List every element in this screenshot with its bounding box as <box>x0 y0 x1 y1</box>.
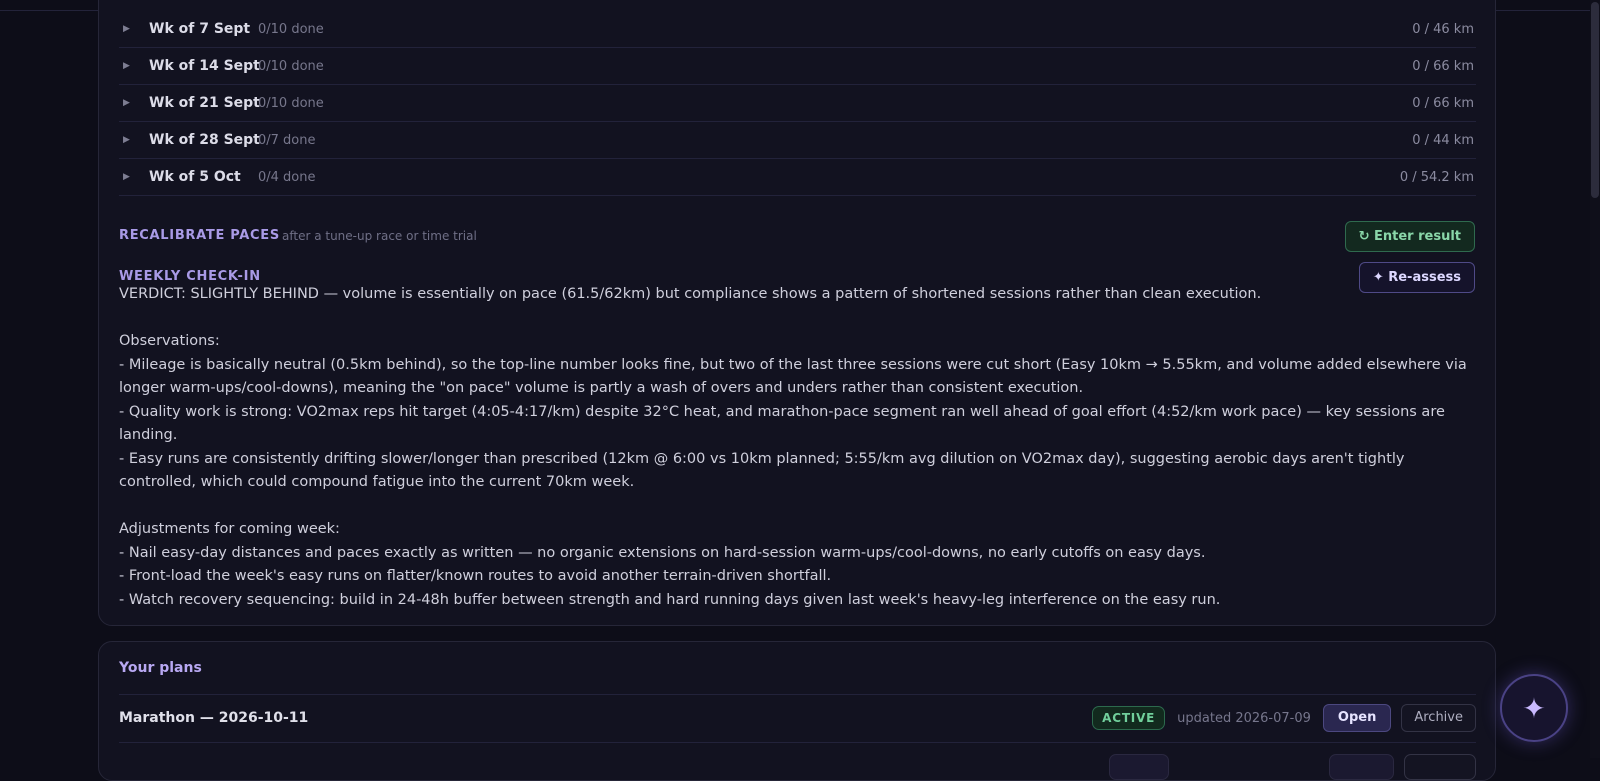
week-row[interactable]: ▶ Wk of 14 Sept 0/10 done 0 / 66 km <box>119 48 1476 85</box>
recalibrate-paces-label: RECALIBRATE PACES <box>119 228 280 243</box>
week-km: 0 / 54.2 km <box>1399 169 1474 185</box>
your-plans-card: Your plans Marathon — 2026-10-11 ACTIVE … <box>98 641 1496 781</box>
week-title: Wk of 28 Sept <box>149 132 260 148</box>
sparkle-icon: ✦ <box>1522 691 1546 725</box>
week-title: Wk of 7 Sept <box>149 21 251 37</box>
plan-actions: ACTIVE updated 2026-07-09 Open Archive <box>1092 704 1476 732</box>
recalibrate-paces-hint: after a tune-up race or time trial <box>282 229 477 243</box>
verdict-text: VERDICT: SLIGHTLY BEHIND — volume is ess… <box>119 286 1262 302</box>
plan-detail-card: ▶ Wk of 7 Sept 0/10 done 0 / 46 km ▶ Wk … <box>98 0 1496 626</box>
week-km: 0 / 66 km <box>1412 95 1474 111</box>
archive-plan-button[interactable]: Archive <box>1401 704 1476 732</box>
adjustments-heading: Adjustments for coming week: <box>119 521 340 537</box>
scrollbar-thumb[interactable] <box>1591 2 1599 198</box>
observation-item: - Mileage is basically neutral (0.5km be… <box>119 356 1467 397</box>
status-badge: ACTIVE <box>1092 706 1166 730</box>
week-row[interactable]: ▶ Wk of 28 Sept 0/7 done 0 / 44 km <box>119 122 1476 159</box>
caret-right-icon[interactable]: ▶ <box>123 98 131 108</box>
week-km: 0 / 46 km <box>1412 21 1474 37</box>
caret-right-icon[interactable]: ▶ <box>123 135 131 145</box>
enter-result-button[interactable]: ↻ Enter result <box>1344 221 1475 252</box>
caret-right-icon[interactable]: ▶ <box>123 172 131 182</box>
adjustment-item: - Nail easy-day distances and paces exac… <box>119 544 1206 561</box>
week-title: Wk of 14 Sept <box>149 58 260 74</box>
weekly-checkin-label: WEEKLY CHECK-IN <box>119 269 261 284</box>
assistant-fab-button[interactable]: ✦ <box>1500 674 1568 742</box>
open-plan-button[interactable]: Open <box>1322 704 1392 732</box>
caret-right-icon[interactable]: ▶ <box>123 24 131 34</box>
week-km: 0 / 44 km <box>1412 132 1474 148</box>
divider <box>119 742 1476 743</box>
caret-right-icon[interactable]: ▶ <box>123 61 131 71</box>
week-title: Wk of 21 Sept <box>149 95 260 111</box>
observation-item: - Easy runs are consistently drifting sl… <box>119 450 1405 491</box>
scrollbar[interactable] <box>1590 0 1600 758</box>
week-done-count: 0/4 done <box>258 169 316 185</box>
adjustment-item: - Watch recovery sequencing: build in 24… <box>119 591 1221 608</box>
weekly-checkin-text: VERDICT: SLIGHTLY BEHIND — volume is ess… <box>119 283 1479 612</box>
week-done-count: 0/10 done <box>258 21 324 37</box>
plan-updated-date: updated 2026-07-09 <box>1177 710 1311 726</box>
plan-row: Marathon — 2026-10-11 ACTIVE updated 202… <box>119 702 1476 734</box>
week-km: 0 / 66 km <box>1412 58 1474 74</box>
your-plans-title: Your plans <box>119 660 202 676</box>
week-row[interactable]: ▶ Wk of 21 Sept 0/10 done 0 / 66 km <box>119 85 1476 122</box>
observation-item: - Quality work is strong: VO2max reps hi… <box>119 403 1445 444</box>
divider <box>119 694 1476 695</box>
week-row[interactable]: ▶ Wk of 7 Sept 0/10 done 0 / 46 km <box>119 11 1476 48</box>
week-done-count: 0/10 done <box>258 58 324 74</box>
adjustment-item: - Front-load the week's easy runs on fla… <box>119 568 832 584</box>
observations-heading: Observations: <box>119 333 220 349</box>
week-title: Wk of 5 Oct <box>149 169 241 185</box>
week-done-count: 0/7 done <box>258 132 316 148</box>
week-done-count: 0/10 done <box>258 95 324 111</box>
plan-name: Marathon — 2026-10-11 <box>119 710 309 726</box>
week-row[interactable]: ▶ Wk of 5 Oct 0/4 done 0 / 54.2 km <box>119 159 1476 196</box>
